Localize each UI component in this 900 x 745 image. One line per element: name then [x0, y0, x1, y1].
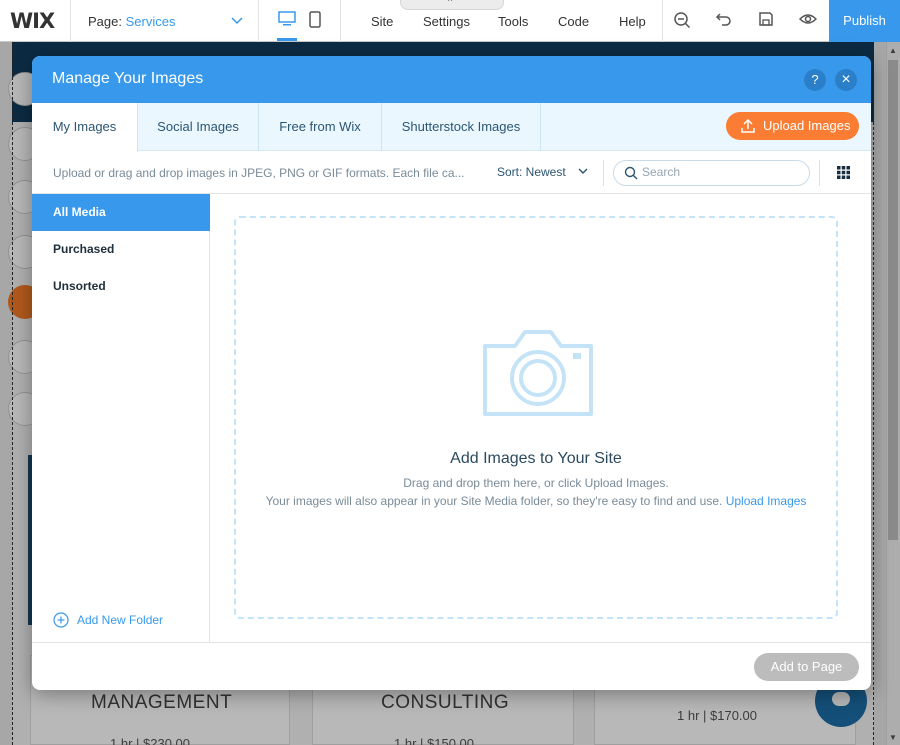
- preview-eye-icon[interactable]: [799, 11, 817, 27]
- sidebar-item-purchased[interactable]: Purchased: [32, 231, 210, 268]
- drop-zone-title: Add Images to Your Site: [450, 450, 622, 467]
- divider: [819, 160, 820, 186]
- save-icon[interactable]: [758, 11, 774, 27]
- camera-icon: [483, 330, 593, 416]
- menu-help[interactable]: Help: [619, 14, 646, 29]
- grid-view-icon[interactable]: [837, 166, 850, 179]
- editor-topbar: WIX Page: Services ^ Site Settings Tools…: [0, 0, 900, 42]
- search-input[interactable]: [642, 165, 802, 179]
- menu-code[interactable]: Code: [558, 14, 589, 29]
- drop-zone-note: Your images will also appear in your Sit…: [236, 494, 836, 508]
- upload-icon: [741, 118, 755, 133]
- divider: [340, 0, 341, 42]
- divider: [603, 160, 604, 186]
- device-indicator: [277, 38, 297, 41]
- sidebar-item-all-media[interactable]: All Media: [32, 194, 210, 231]
- publish-button[interactable]: Publish: [829, 0, 900, 42]
- menu-settings[interactable]: Settings: [423, 14, 470, 29]
- page-selector-value: Services: [125, 14, 176, 29]
- add-new-folder-label: Add New Folder: [77, 613, 164, 627]
- tab-free-from-wix[interactable]: Free from Wix: [259, 103, 382, 151]
- manage-images-dialog: Manage Your Images ? × My Images Social …: [32, 56, 871, 690]
- dialog-title: Manage Your Images: [52, 70, 204, 87]
- page-selector-label: Page:: [88, 14, 126, 29]
- zoom-out-icon[interactable]: [673, 11, 691, 29]
- wix-logo: WIX: [10, 9, 55, 33]
- search-field[interactable]: [613, 160, 810, 186]
- upload-images-button[interactable]: Upload Images: [726, 112, 859, 140]
- sort-dropdown[interactable]: Sort: Newest: [497, 165, 566, 179]
- tab-social-images[interactable]: Social Images: [138, 103, 259, 151]
- dialog-toolbar: Upload or drag and drop images in JPEG, …: [32, 152, 871, 194]
- help-button[interactable]: ?: [804, 69, 826, 91]
- divider: [662, 0, 663, 42]
- plus-circle-icon: [53, 612, 69, 628]
- tab-my-images[interactable]: My Images: [32, 103, 138, 152]
- drop-zone[interactable]: Add Images to Your Site Drag and drop th…: [234, 216, 838, 619]
- divider: [258, 0, 259, 42]
- add-to-page-button[interactable]: Add to Page: [754, 653, 859, 681]
- upload-images-label: Upload Images: [763, 118, 851, 133]
- upload-hint: Upload or drag and drop images in JPEG, …: [53, 166, 465, 180]
- tab-shutterstock-images[interactable]: Shutterstock Images: [382, 103, 541, 151]
- menu-site[interactable]: Site: [371, 14, 393, 29]
- dialog-footer: Add to Page: [32, 642, 871, 690]
- drop-zone-note-text: Your images will also appear in your Sit…: [265, 494, 723, 508]
- search-icon: [624, 166, 638, 180]
- drop-zone-instruction: Drag and drop them here, or click Upload…: [403, 476, 669, 490]
- menu-tools[interactable]: Tools: [498, 14, 528, 29]
- mobile-icon[interactable]: [309, 11, 321, 28]
- page-selector[interactable]: Page: Services: [88, 14, 175, 29]
- divider: [70, 0, 71, 42]
- undo-icon[interactable]: [716, 11, 732, 27]
- folder-sidebar: All Media Purchased Unsorted: [32, 194, 210, 642]
- sidebar-item-unsorted[interactable]: Unsorted: [32, 268, 210, 305]
- close-button[interactable]: ×: [835, 69, 857, 91]
- upload-images-link[interactable]: Upload Images: [726, 494, 807, 508]
- dialog-header: Manage Your Images ? ×: [32, 56, 871, 103]
- desktop-icon[interactable]: [278, 11, 296, 27]
- chevron-down-icon[interactable]: [578, 167, 588, 175]
- chevron-down-icon[interactable]: [230, 13, 244, 27]
- chevron-up-icon: ^: [448, 0, 453, 6]
- topbar-collapse-handle[interactable]: ^: [400, 0, 504, 10]
